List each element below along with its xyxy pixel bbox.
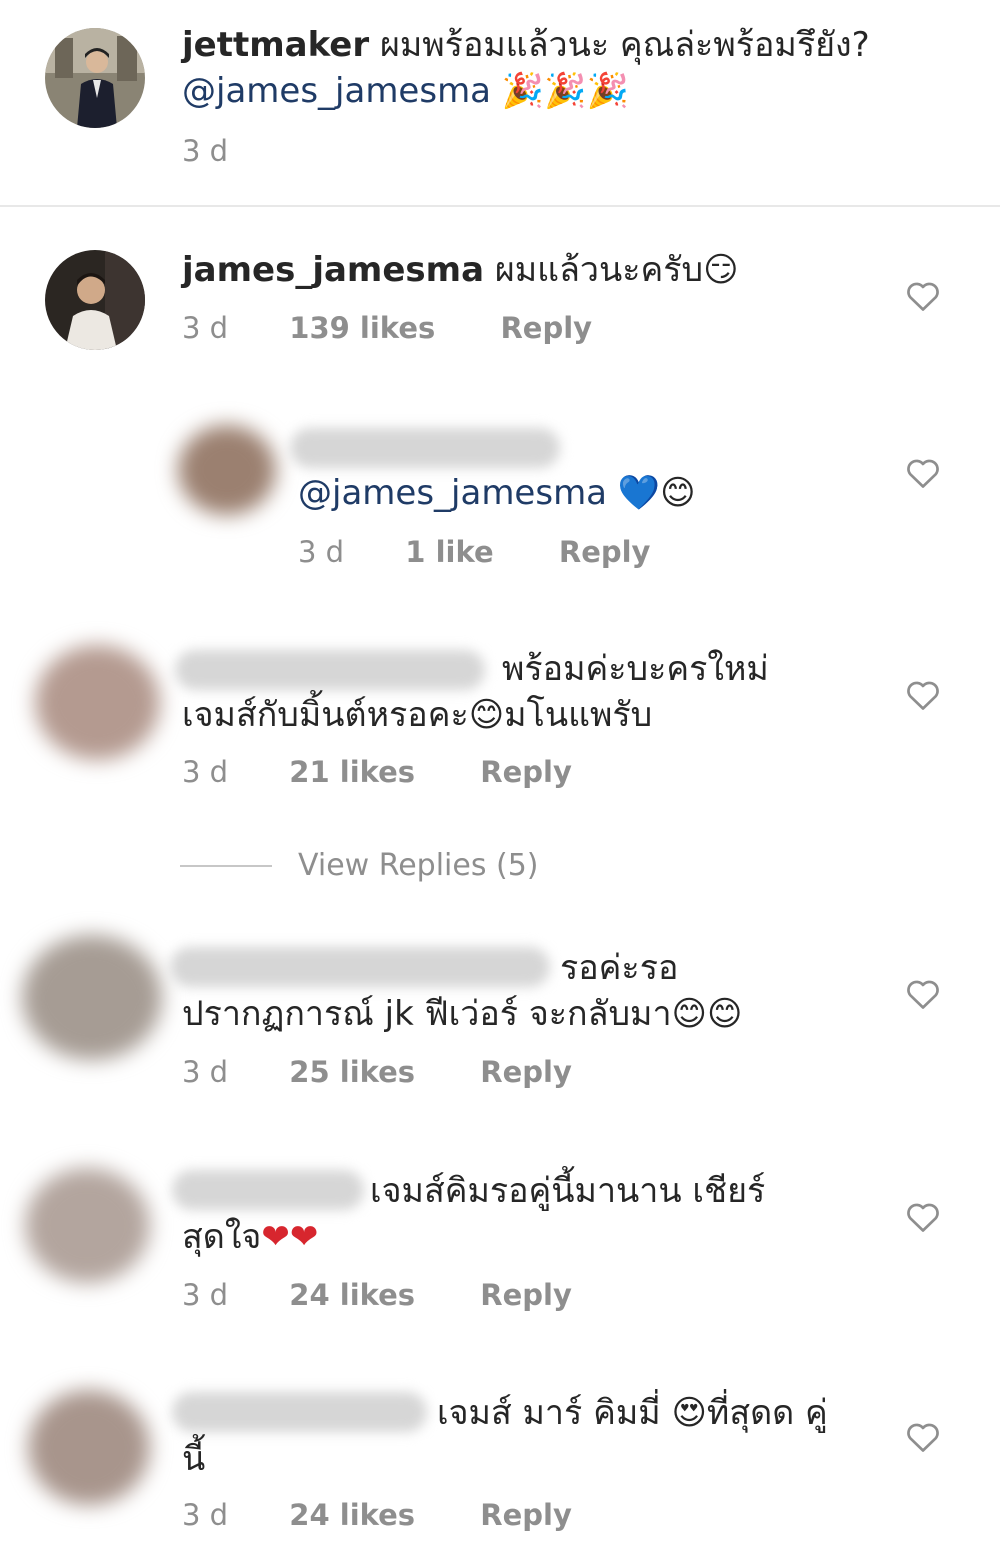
heart-eyes-emoji: 😍 (671, 1393, 707, 1433)
caption-text: jettmaker ผมพร้อมแล้วนะ คุณล่ะพร้อมรึยัง… (182, 22, 942, 114)
comment-meta: 3 d 21 likes Reply (182, 755, 572, 789)
comment-text: รอค่ะรอ ปรากฏการณ์ jk ฟีเว่อร์ จะกลับมา😊… (182, 945, 882, 1037)
heart-icon[interactable] (905, 1200, 941, 1234)
smile-emoji: 😊😊 (671, 994, 743, 1034)
likes-count[interactable]: 139 likes (289, 311, 435, 345)
comment-text: พร้อมค่ะบะครใหม่ เจมส์กับมิ้นต์หรอคะ😊มโน… (182, 646, 882, 738)
reply-button[interactable]: Reply (480, 1278, 572, 1312)
reply-button[interactable]: Reply (559, 535, 651, 569)
reply-time: 3 d (298, 535, 345, 569)
heart-icon[interactable] (905, 279, 941, 313)
comment-item: เจมส์ มาร์ คิมมี่ 😍ที่สุดด คู่ นี้ 3 d 2… (0, 1370, 1000, 1547)
heart-icon[interactable] (905, 456, 941, 490)
caption-body: ผมพร้อมแล้วนะ คุณล่ะพร้อมรึยัง? (379, 25, 870, 65)
reply-button[interactable]: Reply (480, 755, 572, 789)
heart-icon[interactable] (905, 977, 941, 1011)
comment-meta: 3 d 25 likes Reply (182, 1055, 572, 1089)
likes-count[interactable]: 24 likes (289, 1498, 415, 1532)
avatar[interactable] (25, 1168, 150, 1283)
blurred-username (290, 428, 560, 468)
comment-item: james_jamesma ผมแล้วนะครับ😏 3 d 139 like… (0, 207, 1000, 377)
heart-smile-emoji: 💙😊 (617, 473, 696, 513)
caption-time: 3 d (182, 134, 229, 168)
comment-item: รอค่ะรอ ปรากฏการณ์ jk ฟีเว่อร์ จะกลับมา😊… (0, 925, 1000, 1125)
view-replies-label[interactable]: View Replies (5) (298, 848, 539, 883)
caption-username[interactable]: jettmaker (182, 25, 369, 65)
party-popper-emoji: 🎉🎉🎉 (501, 71, 629, 111)
comment-text: เจมส์ มาร์ คิมมี่ 😍ที่สุดด คู่ นี้ (182, 1390, 882, 1482)
reply-item: @james_jamesma 💙😊 3 d 1 like Reply (0, 410, 1000, 610)
reply-meta: 3 d 1 like Reply (298, 535, 650, 569)
caption-meta: 3 d (182, 134, 228, 168)
avatar[interactable] (45, 250, 145, 350)
avatar[interactable] (28, 1390, 150, 1505)
likes-count[interactable]: 21 likes (289, 755, 415, 789)
reply-mention[interactable]: @james_jamesma (298, 473, 607, 513)
avatar[interactable] (45, 28, 145, 128)
comment-body: มโนแพรับ (504, 695, 653, 735)
comment-text: เจมส์คิมรอคู่นี้มานาน เชียร์ สุดใจ❤❤ (182, 1168, 882, 1260)
smirk-emoji: 😏 (703, 250, 739, 290)
comment-body: เจมส์คิมรอคู่นี้มานาน เชียร์ (370, 1171, 766, 1211)
likes-count[interactable]: 24 likes (289, 1278, 415, 1312)
comment-body: ผมแล้วนะครับ (494, 250, 704, 290)
comment-time: 3 d (182, 1278, 229, 1312)
view-replies-line (180, 864, 272, 867)
caption-comment: jettmaker ผมพร้อมแล้วนะ คุณล่ะพร้อมรึยัง… (0, 0, 1000, 205)
likes-count[interactable]: 25 likes (289, 1055, 415, 1089)
heart-icon[interactable] (905, 1420, 941, 1454)
likes-count[interactable]: 1 like (405, 535, 493, 569)
comment-body: สุดใจ (182, 1217, 262, 1257)
comment-time: 3 d (182, 1055, 229, 1089)
view-replies-button[interactable]: View Replies (5) (180, 848, 539, 883)
caption-mention[interactable]: @james_jamesma (182, 71, 491, 111)
comment-body: เจมส์กับมิ้นต์หรอคะ (182, 695, 469, 735)
avatar[interactable] (178, 425, 276, 515)
comment-body: พร้อมค่ะบะครใหม่ (502, 649, 769, 689)
smile-emoji: 😊 (468, 695, 505, 735)
comment-body: รอค่ะรอ (560, 948, 679, 988)
comment-meta: 3 d 139 likes Reply (182, 311, 592, 345)
comment-meta: 3 d 24 likes Reply (182, 1278, 572, 1312)
comment-body: นี้ (182, 1439, 206, 1479)
heart-icon[interactable] (905, 678, 941, 712)
comment-time: 3 d (182, 311, 229, 345)
comment-item: เจมส์คิมรอคู่นี้มานาน เชียร์ สุดใจ❤❤ 3 d… (0, 1150, 1000, 1340)
heart-emoji: ❤❤ (261, 1217, 319, 1257)
reply-button[interactable]: Reply (480, 1498, 572, 1532)
comment-body: ที่สุดด คู่ (706, 1393, 828, 1433)
reply-button[interactable]: Reply (500, 311, 592, 345)
reply-text: @james_jamesma 💙😊 (298, 470, 858, 516)
comment-text: james_jamesma ผมแล้วนะครับ😏 (182, 247, 862, 293)
avatar[interactable] (22, 935, 162, 1060)
comment-meta: 3 d 24 likes Reply (182, 1498, 572, 1532)
reply-button[interactable]: Reply (480, 1055, 572, 1089)
comment-body: เจมส์ มาร์ คิมมี่ (437, 1393, 661, 1433)
comment-item: พร้อมค่ะบะครใหม่ เจมส์กับมิ้นต์หรอคะ😊มโน… (0, 630, 1000, 830)
comment-time: 3 d (182, 755, 229, 789)
comment-body: ปรากฏการณ์ jk ฟีเว่อร์ จะกลับมา (182, 994, 672, 1034)
comment-time: 3 d (182, 1498, 229, 1532)
comment-username[interactable]: james_jamesma (182, 250, 484, 290)
avatar[interactable] (35, 645, 160, 760)
